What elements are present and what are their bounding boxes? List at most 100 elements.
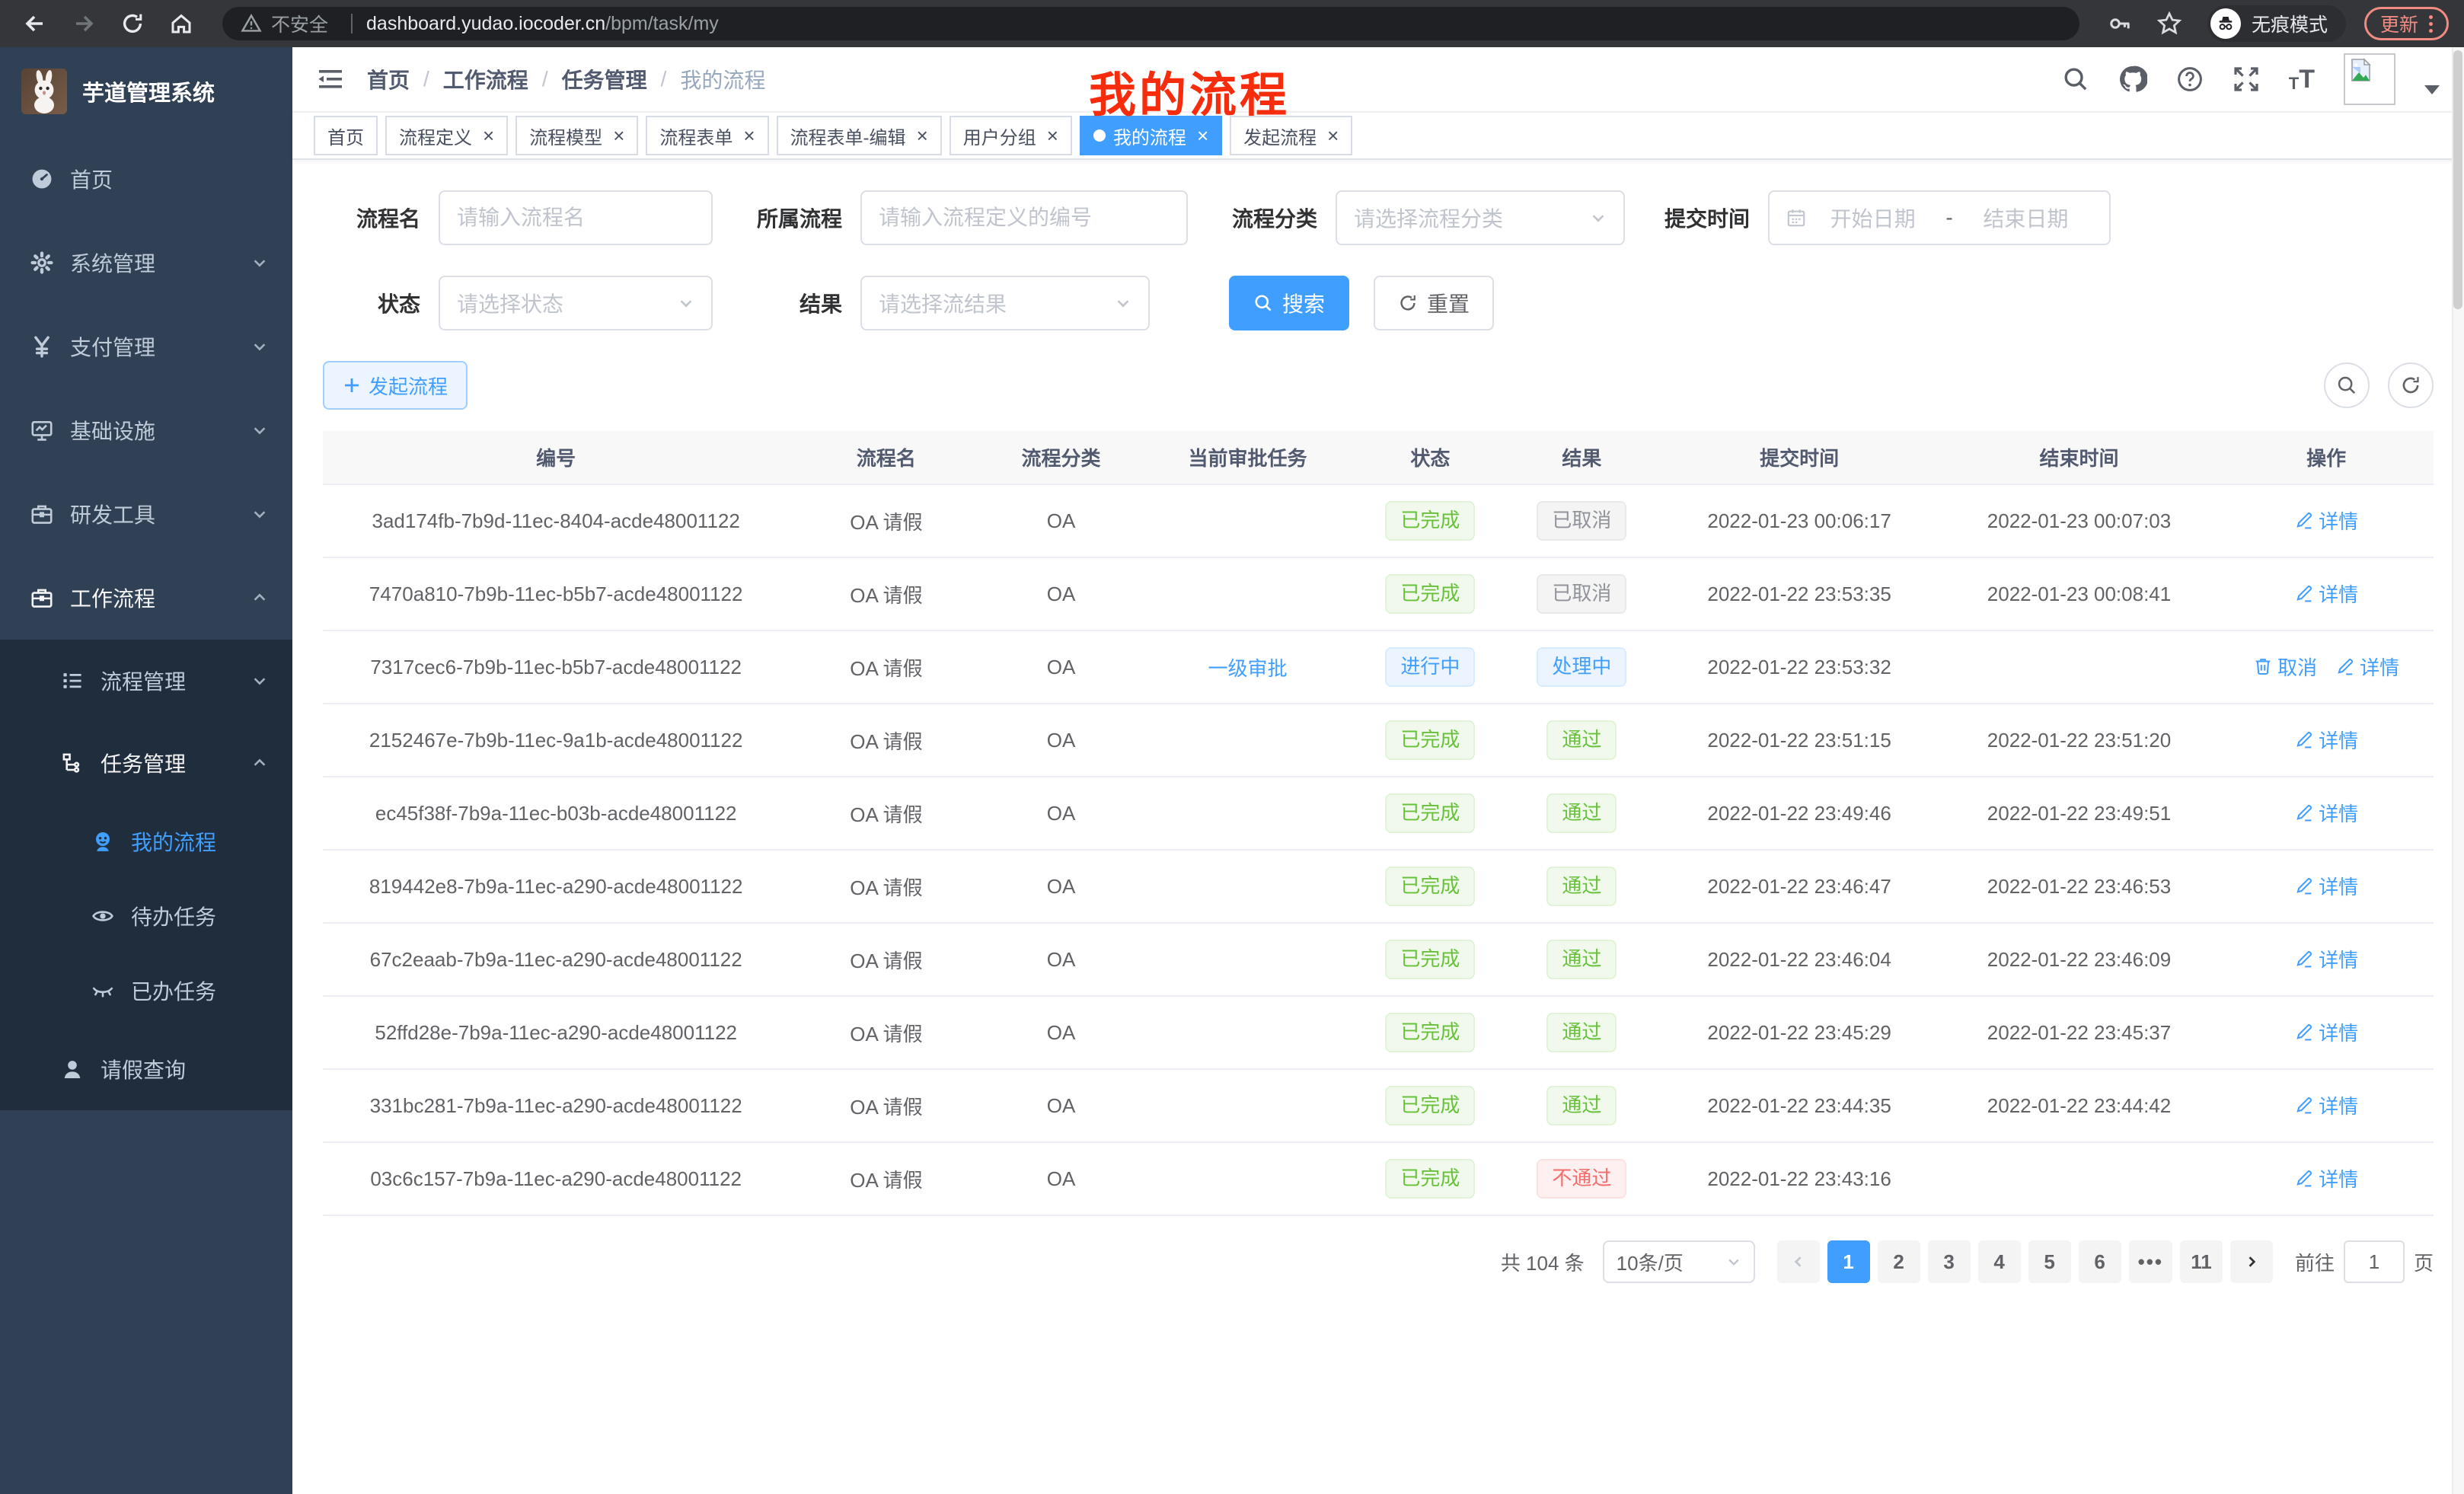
- sidebar-item-process-mgmt[interactable]: 流程管理: [0, 640, 292, 722]
- tab-close-icon[interactable]: ×: [743, 126, 755, 145]
- cell-process-name: OA 请假: [789, 1069, 983, 1142]
- breadcrumb-item[interactable]: 首页: [367, 64, 410, 94]
- submit-time-range-picker[interactable]: 开始日期 - 结束日期: [1768, 190, 2111, 245]
- tab-2[interactable]: 流程模型×: [515, 116, 638, 155]
- sidebar-item-done-tasks[interactable]: 已办任务: [0, 953, 292, 1028]
- scrollbar-thumb[interactable]: [2453, 50, 2462, 309]
- sidebar-item-workflow[interactable]: 工作流程: [0, 556, 292, 640]
- sidebar-item-payment[interactable]: 支付管理: [0, 305, 292, 388]
- toggle-search-button[interactable]: [2324, 362, 2370, 408]
- pagination-prev-button[interactable]: [1777, 1240, 1820, 1283]
- help-icon[interactable]: [2176, 65, 2204, 93]
- user-avatar[interactable]: [2344, 53, 2395, 105]
- key-icon[interactable]: [2101, 4, 2140, 43]
- reset-button[interactable]: 重置: [1374, 276, 1494, 330]
- tab-3[interactable]: 流程表单×: [646, 116, 768, 155]
- detail-link[interactable]: 详情: [2294, 579, 2358, 608]
- sidebar: 芋道管理系统 首页 系统管理 支付管理: [0, 47, 292, 1494]
- page-button-3[interactable]: 3: [1928, 1240, 1971, 1283]
- cell-status: 已完成: [1356, 777, 1504, 850]
- category-select[interactable]: 请选择流程分类: [1336, 190, 1625, 245]
- sidebar-toggle-icon[interactable]: [317, 65, 344, 93]
- back-icon[interactable]: [15, 4, 55, 43]
- font-size-icon[interactable]: TT: [2289, 66, 2315, 92]
- detail-link[interactable]: 详情: [2294, 872, 2358, 900]
- browser-update-button[interactable]: 更新: [2364, 7, 2449, 40]
- tab-close-icon[interactable]: ×: [1197, 126, 1208, 145]
- pagination-more-button[interactable]: •••: [2129, 1240, 2172, 1283]
- sidebar-item-leave-query[interactable]: 请假查询: [0, 1028, 292, 1110]
- detail-link[interactable]: 详情: [2294, 945, 2358, 973]
- cell-current-task: 一级审批: [1139, 630, 1357, 704]
- tab-4[interactable]: 流程表单-编辑×: [777, 116, 942, 155]
- goto-page-input[interactable]: [2344, 1240, 2405, 1283]
- detail-link[interactable]: 详情: [2294, 1091, 2358, 1119]
- table-row: 67c2eaab-7b9a-11ec-a290-acde48001122OA 请…: [323, 923, 2434, 996]
- sidebar-item-label: 任务管理: [101, 748, 186, 778]
- page-button-4[interactable]: 4: [1978, 1240, 2021, 1283]
- chevron-down-icon: [1590, 209, 1607, 226]
- tab-close-icon[interactable]: ×: [483, 126, 494, 145]
- app-logo-row[interactable]: 芋道管理系统: [0, 47, 292, 117]
- avatar-dropdown-caret[interactable]: [2424, 85, 2440, 94]
- status-select[interactable]: 请选择状态: [439, 276, 713, 330]
- cell-current-task: [1139, 777, 1357, 850]
- pagination-next-button[interactable]: [2230, 1240, 2273, 1283]
- tab-close-icon[interactable]: ×: [917, 126, 928, 145]
- cell-submit-time: 2022-01-22 23:46:04: [1659, 923, 1939, 996]
- page-button-6[interactable]: 6: [2079, 1240, 2121, 1283]
- sidebar-item-todo-tasks[interactable]: 待办任务: [0, 879, 292, 953]
- column-header: 操作: [2219, 431, 2434, 484]
- detail-link[interactable]: 详情: [2294, 506, 2358, 535]
- sidebar-item-devtools[interactable]: 研发工具: [0, 472, 292, 556]
- breadcrumb-item[interactable]: 工作流程: [443, 64, 528, 94]
- dashboard-icon: [30, 168, 53, 190]
- sidebar-item-system[interactable]: 系统管理: [0, 221, 292, 305]
- column-header: 流程名: [789, 431, 983, 484]
- yen-icon: [30, 335, 53, 358]
- forward-icon[interactable]: [64, 4, 104, 43]
- page-scrollbar[interactable]: [2452, 47, 2464, 1494]
- tab-0[interactable]: 首页: [314, 116, 378, 155]
- search-icon[interactable]: [2062, 65, 2089, 93]
- page-size-select[interactable]: 10条/页: [1603, 1240, 1755, 1283]
- process-table: 编号流程名流程分类当前审批任务状态结果提交时间结束时间操作 3ad174fb-7…: [323, 431, 2434, 1216]
- breadcrumb-item[interactable]: 任务管理: [562, 64, 647, 94]
- sidebar-item-task-mgmt[interactable]: 任务管理: [0, 722, 292, 804]
- bookmark-star-icon[interactable]: [2150, 4, 2189, 43]
- start-process-button[interactable]: 发起流程: [323, 361, 468, 410]
- tab-5[interactable]: 用户分组×: [950, 116, 1072, 155]
- reload-icon[interactable]: [113, 4, 152, 43]
- detail-link[interactable]: 详情: [2294, 1018, 2358, 1046]
- fullscreen-icon[interactable]: [2233, 65, 2260, 93]
- detail-link[interactable]: 详情: [2335, 653, 2399, 681]
- cell-process-name: OA 请假: [789, 630, 983, 704]
- page-button-2[interactable]: 2: [1878, 1240, 1920, 1283]
- page-button-1[interactable]: 1: [1827, 1240, 1870, 1283]
- process-name-input[interactable]: [439, 190, 713, 245]
- page-button-11[interactable]: 11: [2180, 1240, 2223, 1283]
- sidebar-item-my-process[interactable]: 我的流程: [0, 804, 292, 879]
- detail-link[interactable]: 详情: [2294, 799, 2358, 827]
- tab-close-icon[interactable]: ×: [613, 126, 624, 145]
- detail-link[interactable]: 详情: [2294, 726, 2358, 754]
- parent-process-input[interactable]: [860, 190, 1188, 245]
- result-select[interactable]: 请选择流结果: [860, 276, 1150, 330]
- github-icon[interactable]: [2118, 65, 2147, 94]
- cell-actions: 详情: [2219, 996, 2434, 1069]
- user-icon: [61, 1058, 84, 1081]
- sidebar-item-infra[interactable]: 基础设施: [0, 388, 292, 472]
- url-bar[interactable]: 不安全 dashboard.yudao.iocoder.cn/bpm/task/…: [222, 7, 2079, 40]
- detail-link[interactable]: 详情: [2294, 1164, 2358, 1192]
- current-task-link[interactable]: 一级审批: [1208, 657, 1287, 680]
- search-button[interactable]: 搜索: [1229, 276, 1349, 330]
- sidebar-item-home[interactable]: 首页: [0, 137, 292, 221]
- home-icon[interactable]: [161, 4, 201, 43]
- cancel-link[interactable]: 取消: [2253, 653, 2317, 681]
- page-button-5[interactable]: 5: [2028, 1240, 2071, 1283]
- tab-close-icon[interactable]: ×: [1047, 126, 1058, 145]
- tab-1[interactable]: 流程定义×: [385, 116, 508, 155]
- browser-menu-icon[interactable]: [2429, 15, 2433, 33]
- tab-close-icon[interactable]: ×: [1327, 126, 1339, 145]
- refresh-table-button[interactable]: [2388, 362, 2434, 408]
